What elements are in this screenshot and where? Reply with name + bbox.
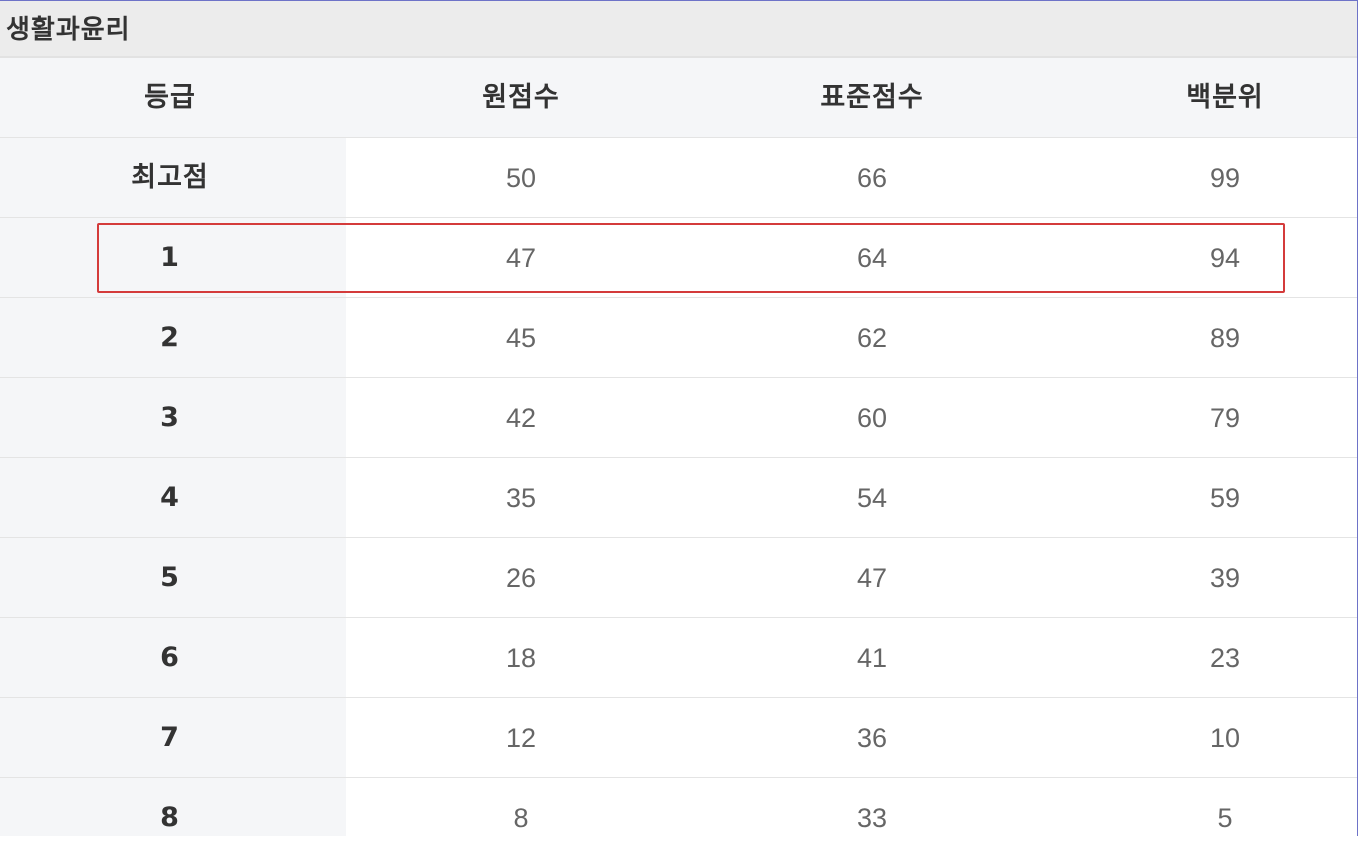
raw-score-cell: 45	[505, 323, 537, 353]
percentile-cell: 59	[1209, 483, 1241, 513]
percentile-cell: 23	[1209, 643, 1241, 673]
raw-score-cell: 26	[505, 563, 537, 593]
standard-score-cell: 60	[856, 403, 888, 433]
raw-score-cell: 18	[505, 643, 537, 673]
percentile-cell: 99	[1209, 163, 1241, 193]
section-title: 생활과윤리	[6, 15, 131, 45]
grade-cell: 4	[160, 482, 180, 513]
table-row: 3 42 60 79	[0, 378, 1357, 458]
table-row: 8 8 33 5	[0, 778, 1357, 858]
standard-score-cell: 47	[856, 563, 888, 593]
grade-cell: 6	[160, 642, 180, 673]
table-row: 7 12 36 10	[0, 698, 1357, 778]
header-percentile: 백분위	[1186, 82, 1264, 113]
header-raw-score: 원점수	[482, 82, 560, 113]
raw-score-cell: 42	[505, 403, 537, 433]
table-row: 4 35 54 59	[0, 458, 1357, 538]
table-header-row: 등급 원점수 표준점수 백분위	[0, 58, 1357, 138]
grade-cell: 5	[160, 562, 180, 593]
raw-score-cell: 35	[505, 483, 537, 513]
table-row: 6 18 41 23	[0, 618, 1357, 698]
standard-score-cell: 54	[856, 483, 888, 513]
section-title-bar: 생활과윤리	[0, 1, 1357, 58]
standard-score-cell: 36	[856, 723, 888, 753]
standard-score-cell: 41	[856, 643, 888, 673]
standard-score-cell: 66	[856, 163, 888, 193]
grade-cell: 7	[160, 722, 180, 753]
grade-cell: 3	[160, 402, 180, 433]
percentile-cell: 94	[1209, 243, 1241, 273]
grade-cell: 2	[160, 322, 180, 353]
raw-score-cell: 50	[505, 163, 537, 193]
table-row: 최고점 50 66 99	[0, 138, 1357, 218]
raw-score-cell: 47	[505, 243, 537, 273]
standard-score-cell: 62	[856, 323, 888, 353]
raw-score-cell: 8	[513, 803, 529, 833]
standard-score-cell: 64	[856, 243, 888, 273]
table-row: 5 26 47 39	[0, 538, 1357, 618]
header-standard-score: 표준점수	[820, 82, 924, 113]
grade-cell: 1	[160, 242, 180, 273]
header-grade: 등급	[144, 82, 196, 113]
percentile-cell: 39	[1209, 563, 1241, 593]
percentile-cell: 89	[1209, 323, 1241, 353]
table-row: 2 45 62 89	[0, 298, 1357, 378]
raw-score-cell: 12	[505, 723, 537, 753]
percentile-cell: 79	[1209, 403, 1241, 433]
standard-score-cell: 33	[856, 803, 888, 833]
percentile-cell: 10	[1209, 723, 1241, 753]
grade-cell: 최고점	[131, 162, 209, 193]
table-row: 1 47 64 94	[0, 218, 1357, 298]
percentile-cell: 5	[1217, 803, 1233, 833]
grade-cell: 8	[160, 802, 180, 833]
